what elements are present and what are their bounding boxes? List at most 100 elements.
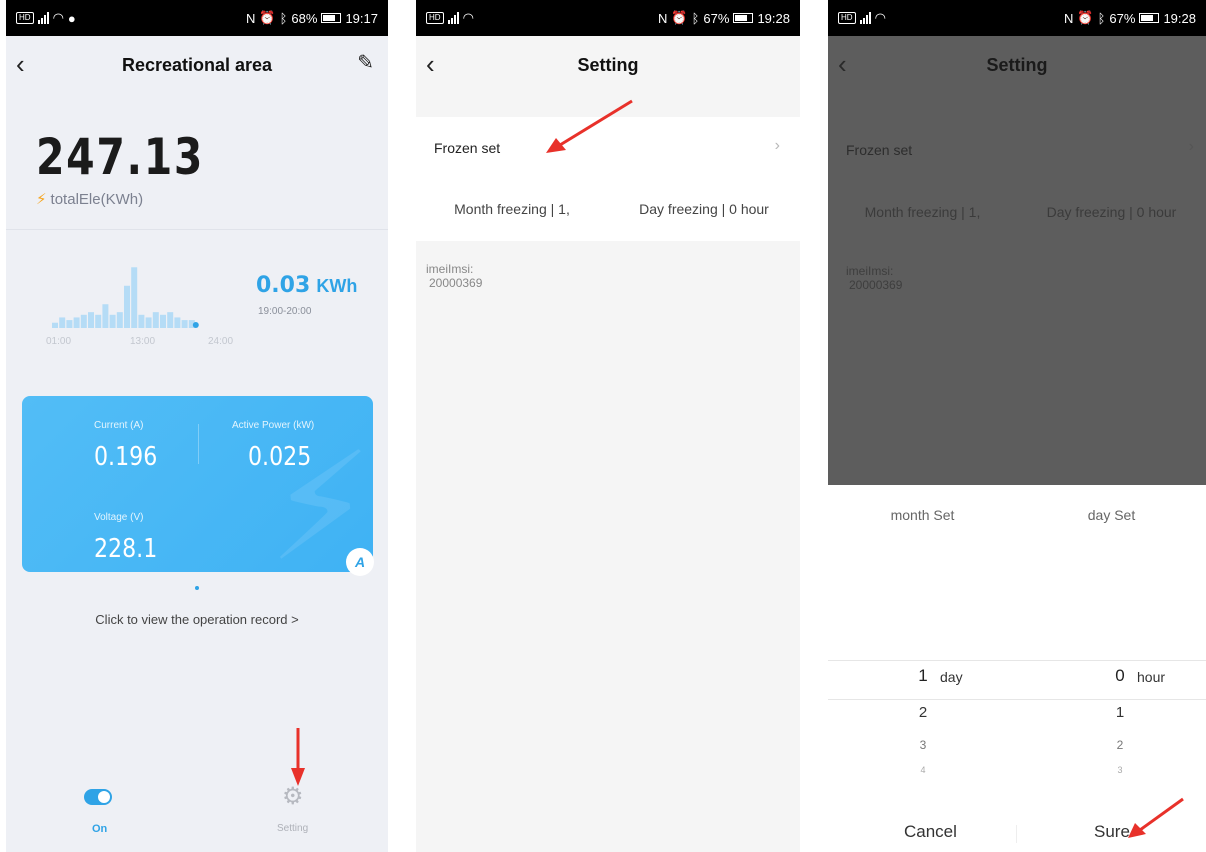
cancel-button[interactable]: Cancel (904, 822, 957, 842)
chart-bar[interactable] (145, 317, 152, 328)
nav-bar: ‹ Setting (416, 36, 800, 94)
back-icon[interactable]: ‹ (426, 50, 435, 78)
auto-mode-badge[interactable]: A (346, 548, 374, 576)
screen-setting: HD ◠ N ⏰ ᛒ 67% 19:28 ‹ Setting Frozen se… (416, 0, 800, 852)
chart-bar[interactable] (131, 267, 138, 328)
status-time: 19:28 (757, 10, 790, 26)
picker-headers: month Set day Set (828, 507, 1206, 523)
chart-bar[interactable] (73, 317, 80, 328)
chart-bar[interactable] (52, 322, 58, 328)
chart-bar[interactable] (59, 317, 66, 328)
chart-bar[interactable] (138, 314, 145, 328)
voltage-value: 228.1 (94, 534, 158, 564)
alarm-icon: ⏰ (671, 10, 688, 25)
frozen-set-label: Frozen set (434, 140, 501, 156)
bluetooth-icon: ᛒ (279, 10, 288, 26)
divider (6, 229, 388, 230)
edit-pencil-icon[interactable]: ✎ (357, 50, 374, 75)
tab-on-label[interactable]: On (92, 823, 107, 835)
chart-bar[interactable] (88, 312, 94, 328)
day-freezing-value: Day freezing | 0 hour (1046, 204, 1177, 220)
battery-icon (321, 13, 342, 23)
chart-bar[interactable] (109, 314, 116, 328)
wechat-icon: ● (67, 10, 76, 26)
chevron-right-icon: › (1188, 138, 1194, 155)
operation-record-link[interactable]: Click to view the operation record > (6, 612, 388, 627)
back-icon[interactable]: ‹ (16, 50, 25, 78)
hd-icon: HD (838, 12, 856, 24)
active-power-value: 0.025 (248, 442, 312, 472)
tab-setting-label[interactable]: Setting (277, 823, 308, 834)
day-freezing-value: Day freezing | 0 hour (639, 201, 769, 217)
month-set-header: month Set (890, 507, 955, 523)
hour-option[interactable]: 2 (1105, 738, 1135, 752)
nav-bar: ‹ Recreational area ✎ (6, 36, 388, 94)
active-power-label: Active Power (kW) (232, 420, 315, 431)
chart-bar[interactable] (181, 320, 188, 328)
hour-option[interactable]: 1 (1105, 704, 1135, 721)
chart-tick-label: 01:00 (46, 336, 71, 347)
voltage-label: Voltage (V) (94, 512, 144, 523)
battery-percent: 67% (1109, 10, 1136, 26)
signal-icon (37, 12, 49, 24)
page-title: Setting (577, 54, 639, 75)
status-time: 19:17 (345, 10, 378, 26)
sure-button[interactable]: Sure (1094, 822, 1130, 842)
chart-bar[interactable] (116, 312, 123, 328)
battery-percent: 68% (291, 10, 318, 26)
freeze-picker-sheet: month Set day Set 1 day 2 3 4 0 hour 1 2… (828, 485, 1206, 852)
hourly-energy-chart[interactable]: 01:00 13:00 24:00 (38, 240, 238, 350)
signal-icon (447, 12, 459, 24)
hour-option[interactable]: 0 (1105, 666, 1135, 686)
lightning-icon: ⚡ (36, 191, 47, 208)
chart-bar[interactable] (174, 317, 181, 328)
selected-hour-energy-value: 0.03 (256, 273, 311, 298)
month-freezing-value: Month freezing | 1, (864, 204, 981, 220)
imei-info: imeiImsi: 20000369 (846, 264, 902, 292)
hour-unit: hour (1137, 669, 1166, 685)
day-option[interactable]: 2 (908, 704, 938, 721)
chart-bar[interactable] (102, 304, 109, 328)
chart-bar[interactable] (66, 320, 73, 328)
battery-percent: 67% (703, 10, 730, 26)
day-set-header: day Set (1087, 507, 1136, 523)
nfc-icon: N (658, 10, 668, 26)
frozen-set-row[interactable]: Frozen set › (416, 117, 800, 179)
freezing-summary: Month freezing | 1, Day freezing | 0 hou… (416, 201, 800, 217)
chart-bar[interactable] (95, 314, 102, 328)
imei-info: imeiImsi: 20000369 (426, 262, 482, 290)
total-energy-value: 247.13 (36, 128, 205, 186)
screen-setting-picker: HD ◠ N ⏰ ᛒ 67% 19:28 ‹ Setting Frozen se… (828, 0, 1206, 852)
freezing-summary: Month freezing | 1, Day freezing | 0 hou… (828, 204, 1206, 220)
day-unit: day (940, 669, 963, 685)
current-label: Current (A) (94, 420, 144, 431)
hd-icon: HD (16, 12, 34, 24)
chart-bar[interactable] (124, 285, 130, 328)
annotation-arrow-icon (291, 728, 305, 786)
day-option[interactable]: 4 (908, 765, 938, 775)
button-divider (1016, 825, 1017, 843)
signal-icon (859, 12, 871, 24)
chart-bar[interactable] (80, 314, 87, 328)
chart-tick-label: 24:00 (208, 336, 233, 347)
screen-device-home: HD ◠ ● N ⏰ ᛒ 68% 19:17 ‹ Recreational ar… (6, 0, 388, 852)
day-option[interactable]: 1 (908, 666, 938, 686)
day-option[interactable]: 3 (908, 738, 938, 752)
nfc-icon: N (1064, 10, 1074, 26)
status-bar: HD ◠ N ⏰ ᛒ 67% 19:28 (416, 0, 800, 36)
selected-hour-range: 19:00-20:00 (258, 306, 312, 317)
measurement-card[interactable]: ⚡ Current (A) 0.196 Active Power (kW) 0.… (22, 396, 373, 572)
back-icon[interactable]: ‹ (838, 50, 847, 78)
chart-bar[interactable] (167, 312, 174, 328)
battery-icon (733, 13, 754, 23)
hd-icon: HD (426, 12, 444, 24)
chart-bar[interactable] (160, 314, 166, 328)
gear-icon[interactable]: ⚙ (282, 782, 304, 811)
bluetooth-icon: ᛒ (1097, 10, 1106, 26)
chart-bar[interactable] (152, 312, 159, 328)
nfc-icon: N (246, 10, 256, 26)
hour-option[interactable]: 3 (1105, 765, 1135, 775)
modal-overlay[interactable]: ‹ Setting Frozen set › Month freezing | … (828, 36, 1206, 485)
settings-panel: Frozen set › Month freezing | 1, Day fre… (416, 117, 800, 241)
toggle-switch-icon[interactable] (84, 789, 112, 805)
